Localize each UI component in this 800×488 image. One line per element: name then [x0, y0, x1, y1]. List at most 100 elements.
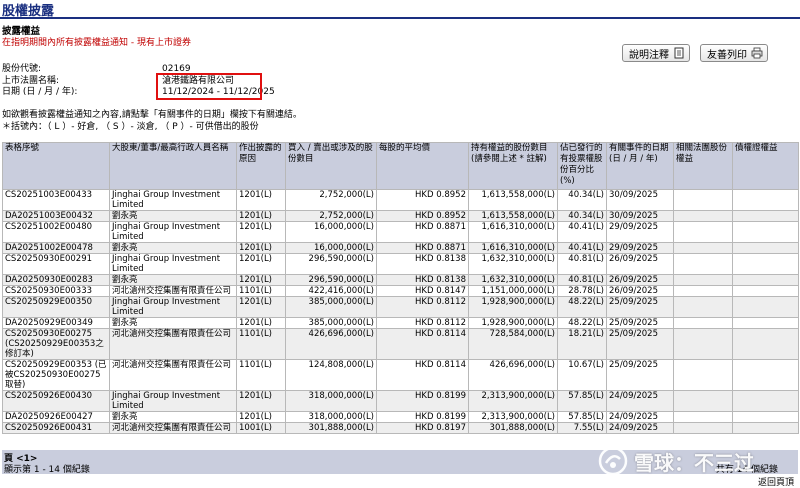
- table-cell: 296,590,000(L): [285, 274, 377, 286]
- section-subtitle: 在指明期間內所有披露權益通知 - 現有上市證券: [2, 38, 191, 48]
- event-date-link[interactable]: 30/09/2025: [606, 210, 674, 222]
- event-date-link[interactable]: 29/09/2025: [606, 242, 674, 254]
- table-cell: 1201(L): [236, 390, 286, 412]
- table-cell: 1,928,900,000(L): [468, 317, 558, 329]
- table-cell: 1,616,310,000(L): [468, 221, 558, 243]
- table-cell: 1001(L): [236, 422, 286, 434]
- table-row: CS20251003E00433 Jinghai Group Investment…: [2, 189, 799, 211]
- table-cell: [732, 189, 799, 211]
- event-date-link[interactable]: 24/09/2025: [606, 422, 674, 434]
- event-date-link[interactable]: 26/09/2025: [606, 274, 674, 286]
- explain-notes-label: 說明注釋: [629, 49, 669, 61]
- table-cell: 劉永亮: [109, 210, 237, 222]
- form-serial-cell: DA20251003E00432: [2, 210, 110, 222]
- table-cell: 40.41(L): [557, 242, 607, 254]
- table-cell: 40.34(L): [557, 210, 607, 222]
- table-cell: 385,000,000(L): [285, 317, 377, 329]
- table-row: CS20251002E00480 Jinghai Group Investment…: [2, 221, 799, 243]
- table-cell: Jinghai Group Investment Limited: [109, 296, 237, 318]
- table-cell: HKD 0.8952: [376, 210, 469, 222]
- table-cell: 426,696,000(L): [468, 359, 558, 391]
- form-serial-cell: DA20251002E00478: [2, 242, 110, 254]
- table-cell: 1201(L): [236, 221, 286, 243]
- table-cell: HKD 0.8871: [376, 242, 469, 254]
- form-serial-cell: CS20250926E00431: [2, 422, 110, 434]
- table-row: CS20250929E00350 Jinghai Group Investment…: [2, 296, 799, 318]
- form-serial-cell: CS20251002E00480: [2, 221, 110, 243]
- table-cell: 劉永亮: [109, 317, 237, 329]
- print-friendly-label: 友善列印: [707, 49, 747, 61]
- table-cell: [732, 285, 799, 297]
- table-cell: [673, 253, 733, 275]
- event-date-link[interactable]: 24/09/2025: [606, 411, 674, 423]
- table-cell: [732, 221, 799, 243]
- table-cell: HKD 0.8138: [376, 274, 469, 286]
- table-cell: [732, 242, 799, 254]
- table-cell: HKD 0.8112: [376, 317, 469, 329]
- table-cell: 40.41(L): [557, 221, 607, 243]
- table-cell: 1,632,310,000(L): [468, 274, 558, 286]
- table-cell: HKD 0.8114: [376, 328, 469, 360]
- form-serial-cell: CS20251003E00433: [2, 189, 110, 211]
- snowball-logo-icon: [598, 446, 628, 476]
- table-cell: Jinghai Group Investment Limited: [109, 253, 237, 275]
- event-date-link[interactable]: 29/09/2025: [606, 221, 674, 243]
- table-cell: [673, 328, 733, 360]
- table-cell: HKD 0.8112: [376, 296, 469, 318]
- table-cell: 422,416,000(L): [285, 285, 377, 297]
- table-cell: 40.81(L): [557, 253, 607, 275]
- table-cell: [673, 359, 733, 391]
- event-date-link[interactable]: 24/09/2025: [606, 390, 674, 412]
- event-date-link[interactable]: 26/09/2025: [606, 285, 674, 297]
- table-cell: 1,613,558,000(L): [468, 210, 558, 222]
- table-cell: 1,616,310,000(L): [468, 242, 558, 254]
- disclosure-table: 表格序號 大股東/董事/最高行政人員名稱 作出披露的原因 買入 / 賣出或涉及的股份數…: [2, 142, 799, 434]
- table-cell: [673, 242, 733, 254]
- printer-icon: [751, 47, 763, 59]
- table-cell: 河北滄州交控集團有限責任公司: [109, 285, 237, 297]
- table-cell: 318,000,000(L): [285, 390, 377, 412]
- company-name-label: 上市法團名稱:: [2, 75, 60, 86]
- table-cell: [732, 328, 799, 360]
- table-cell: 57.85(L): [557, 411, 607, 423]
- event-date-link[interactable]: 26/09/2025: [606, 253, 674, 275]
- table-cell: 28.78(L): [557, 285, 607, 297]
- table-cell: HKD 0.8199: [376, 411, 469, 423]
- table-cell: 16,000,000(L): [285, 242, 377, 254]
- form-serial-cell: DA20250926E00427: [2, 411, 110, 423]
- table-cell: 18.21(L): [557, 328, 607, 360]
- table-cell: HKD 0.8197: [376, 422, 469, 434]
- table-row: CS20250930E00291 Jinghai Group Investment…: [2, 253, 799, 275]
- table-cell: 301,888,000(L): [468, 422, 558, 434]
- document-icon: [674, 47, 684, 59]
- column-header: 佔已發行的有投票權股份百分比(%): [557, 142, 607, 190]
- table-cell: [732, 296, 799, 318]
- table-cell: 57.85(L): [557, 390, 607, 412]
- table-cell: 40.34(L): [557, 189, 607, 211]
- table-cell: [732, 210, 799, 222]
- back-to-top-link[interactable]: 返回頁頂: [758, 475, 794, 488]
- print-friendly-button[interactable]: 友善列印: [700, 44, 768, 62]
- table-cell: [673, 189, 733, 211]
- table-cell: [673, 274, 733, 286]
- table-cell: HKD 0.8199: [376, 390, 469, 412]
- notes: 如欲觀看披露權益通知之內容,請點擊「有關事件的日期」欄按下有關連結。 ＊括號內：…: [2, 109, 302, 133]
- table-cell: 河北滄州交控集團有限責任公司: [109, 328, 237, 360]
- table-cell: 河北滄州交控集團有限責任公司: [109, 422, 237, 434]
- event-date-link[interactable]: 25/09/2025: [606, 296, 674, 318]
- explain-notes-button[interactable]: 說明注釋: [622, 44, 690, 62]
- event-date-link[interactable]: 25/09/2025: [606, 328, 674, 360]
- event-date-link[interactable]: 30/09/2025: [606, 189, 674, 211]
- table-row: DA20250929E00349 劉永亮 1201(L) 385,000,000(L)…: [2, 317, 799, 329]
- table-cell: [732, 253, 799, 275]
- table-cell: 2,313,900,000(L): [468, 390, 558, 412]
- highlight-box: [156, 73, 262, 100]
- event-date-link[interactable]: 25/09/2025: [606, 359, 674, 391]
- table-cell: 2,313,900,000(L): [468, 411, 558, 423]
- table-cell: [673, 210, 733, 222]
- table-cell: 124,808,000(L): [285, 359, 377, 391]
- table-cell: [732, 359, 799, 391]
- table-cell: [673, 285, 733, 297]
- event-date-link[interactable]: 25/09/2025: [606, 317, 674, 329]
- table-cell: [673, 411, 733, 423]
